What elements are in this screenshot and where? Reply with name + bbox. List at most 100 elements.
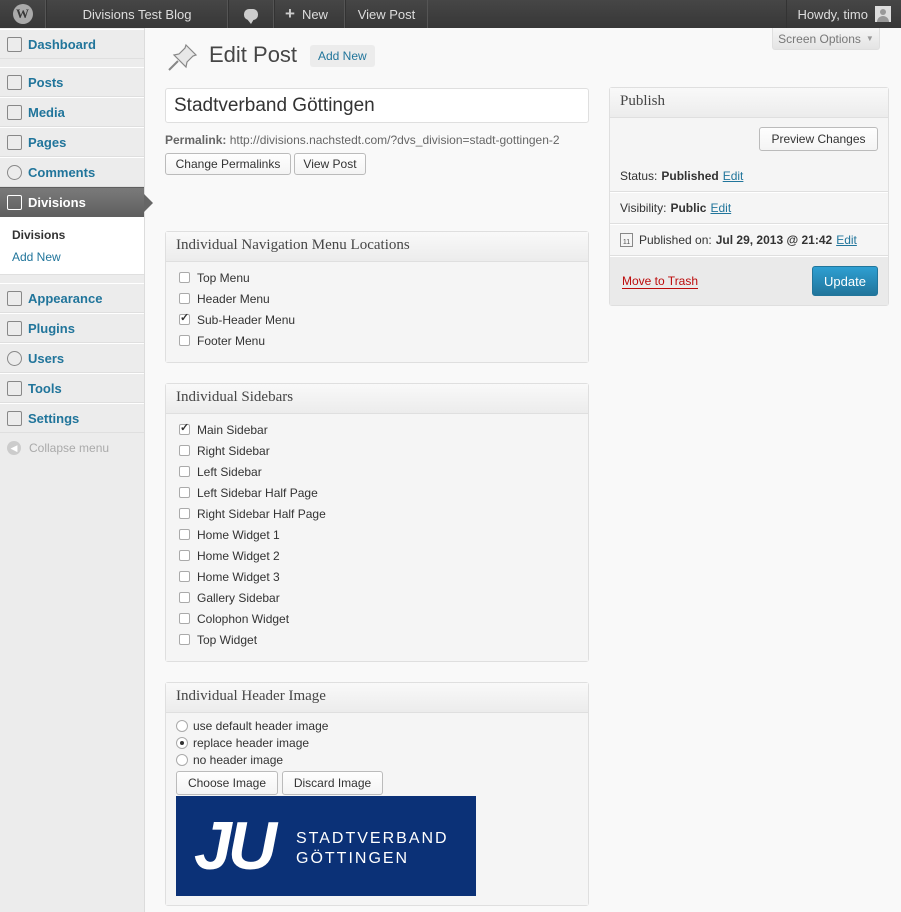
edit-date-link[interactable]: Edit — [836, 233, 857, 247]
checkbox-label[interactable]: Footer Menu — [197, 334, 265, 348]
my-account-menu[interactable]: Howdy, timo — [786, 0, 901, 28]
checkbox-row[interactable]: Gallery Sidebar — [179, 587, 575, 608]
permalink-url[interactable]: http://divisions.nachstedt.com/?dvs_divi… — [230, 133, 560, 147]
checkbox-label[interactable]: Gallery Sidebar — [197, 591, 280, 605]
radio-label[interactable]: replace header image — [193, 736, 309, 750]
checkbox-row[interactable]: Header Menu — [179, 288, 575, 309]
checkbox-row[interactable]: Home Widget 3 — [179, 566, 575, 587]
sidebar-item-media[interactable]: Media — [0, 97, 144, 127]
checkbox-label[interactable]: Left Sidebar Half Page — [197, 486, 318, 500]
screen-options-button[interactable]: Screen Options ▼ — [772, 28, 880, 50]
postbox-title[interactable]: Individual Navigation Menu Locations — [166, 232, 588, 262]
checkbox-label[interactable]: Header Menu — [197, 292, 270, 306]
calendar-icon: 11 — [620, 233, 633, 247]
appearance-icon — [7, 290, 22, 306]
sidebar-item-pages[interactable]: Pages — [0, 127, 144, 157]
radio-button[interactable] — [176, 719, 188, 732]
checkbox-row[interactable]: Home Widget 1 — [179, 524, 575, 545]
permalink-label: Permalink: — [165, 133, 227, 147]
new-content-menu[interactable]: + New — [274, 0, 345, 28]
checkbox[interactable] — [179, 466, 190, 477]
checkbox[interactable] — [179, 571, 190, 582]
checkbox-label[interactable]: Left Sidebar — [197, 465, 262, 479]
radio-label[interactable]: no header image — [193, 753, 283, 767]
checkbox-row[interactable]: Sub-Header Menu — [179, 309, 575, 330]
edit-visibility-link[interactable]: Edit — [710, 201, 731, 215]
view-post-link[interactable]: View Post — [345, 0, 428, 28]
checkbox-label[interactable]: Right Sidebar — [197, 444, 270, 458]
checkbox-label[interactable]: Top Menu — [197, 271, 250, 285]
checkbox[interactable] — [179, 272, 190, 283]
choose-image-button[interactable]: Choose Image — [176, 771, 278, 795]
checkbox[interactable] — [179, 592, 190, 603]
postbox-title[interactable]: Publish — [610, 88, 888, 118]
preview-changes-button[interactable]: Preview Changes — [759, 127, 878, 151]
checkbox[interactable] — [179, 487, 190, 498]
sidebar-item-posts[interactable]: Posts — [0, 67, 144, 97]
sidebar-item-users[interactable]: Users — [0, 343, 144, 373]
checkbox-row[interactable]: Colophon Widget — [179, 608, 575, 629]
add-new-post-button[interactable]: Add New — [310, 45, 375, 67]
radio-button[interactable] — [176, 736, 188, 749]
radio-row[interactable]: no header image — [176, 751, 578, 768]
submenu-add-new[interactable]: Add New — [12, 246, 144, 268]
move-to-trash-link[interactable]: Move to Trash — [622, 274, 699, 289]
checkbox-label[interactable]: Home Widget 1 — [197, 528, 280, 542]
checkbox-row[interactable]: Top Menu — [179, 267, 575, 288]
checkbox[interactable] — [179, 508, 190, 519]
checkbox-row[interactable]: Main Sidebar — [179, 419, 575, 440]
edit-status-link[interactable]: Edit — [723, 169, 744, 183]
change-permalinks-button[interactable]: Change Permalinks — [165, 153, 291, 175]
sidebar-item-plugins[interactable]: Plugins — [0, 313, 144, 343]
collapse-label: Collapse menu — [29, 441, 110, 455]
radio-row[interactable]: replace header image — [176, 734, 578, 751]
checkbox-label[interactable]: Home Widget 2 — [197, 549, 280, 563]
checkbox[interactable] — [179, 421, 190, 435]
header-image-line-1: STADTVERBAND — [296, 830, 449, 847]
postbox-title[interactable]: Individual Sidebars — [166, 384, 588, 414]
comments-menu[interactable] — [228, 0, 274, 28]
checkbox[interactable] — [179, 335, 190, 346]
submenu-divisions[interactable]: Divisions — [12, 224, 144, 246]
checkbox-row[interactable]: Left Sidebar — [179, 461, 575, 482]
checkbox[interactable] — [179, 634, 190, 645]
postbox-title[interactable]: Individual Header Image — [166, 683, 588, 713]
checkbox-label[interactable]: Colophon Widget — [197, 612, 289, 626]
sidebar-item-dashboard[interactable]: Dashboard — [0, 29, 144, 59]
checkbox-label[interactable]: Top Widget — [197, 633, 257, 647]
radio-row[interactable]: use default header image — [176, 717, 578, 734]
checkbox-label[interactable]: Home Widget 3 — [197, 570, 280, 584]
sidebar-item-settings[interactable]: Settings — [0, 403, 144, 433]
sidebar-item-divisions[interactable]: Divisions — [0, 187, 153, 217]
discard-image-button[interactable]: Discard Image — [282, 771, 383, 795]
checkbox-row[interactable]: Right Sidebar Half Page — [179, 503, 575, 524]
checkbox-label[interactable]: Right Sidebar Half Page — [197, 507, 326, 521]
checkbox[interactable] — [179, 311, 190, 325]
checkbox-row[interactable]: Right Sidebar — [179, 440, 575, 461]
collapse-menu-button[interactable]: ◀ Collapse menu — [0, 433, 144, 463]
checkbox-row[interactable]: Footer Menu — [179, 330, 575, 351]
checkbox-label[interactable]: Sub-Header Menu — [197, 313, 295, 327]
checkbox[interactable] — [179, 529, 190, 540]
users-icon — [7, 350, 22, 366]
checkbox[interactable] — [179, 293, 190, 304]
site-name-link[interactable]: Divisions Test Blog — [46, 0, 228, 28]
checkbox-row[interactable]: Top Widget — [179, 629, 575, 650]
update-button[interactable]: Update — [812, 266, 878, 296]
nav-menu-list: Top Menu Header Menu Sub-Header Menu Footer… — [166, 262, 588, 362]
checkbox[interactable] — [179, 613, 190, 624]
sidebar-item-tools[interactable]: Tools — [0, 373, 144, 403]
checkbox[interactable] — [179, 445, 190, 456]
sidebar-item-comments[interactable]: Comments — [0, 157, 144, 187]
view-post-button[interactable]: View Post — [294, 153, 366, 175]
checkbox-row[interactable]: Left Sidebar Half Page — [179, 482, 575, 503]
checkbox-label[interactable]: Main Sidebar — [197, 423, 268, 437]
checkbox[interactable] — [179, 550, 190, 561]
radio-label[interactable]: use default header image — [193, 719, 328, 733]
radio-button[interactable] — [176, 753, 188, 766]
post-title-input[interactable] — [165, 88, 589, 123]
checkbox-row[interactable]: Home Widget 2 — [179, 545, 575, 566]
wp-logo-menu[interactable]: W — [0, 0, 46, 28]
sidebar-item-appearance[interactable]: Appearance — [0, 283, 144, 313]
preview-row: Preview Changes — [610, 118, 888, 160]
